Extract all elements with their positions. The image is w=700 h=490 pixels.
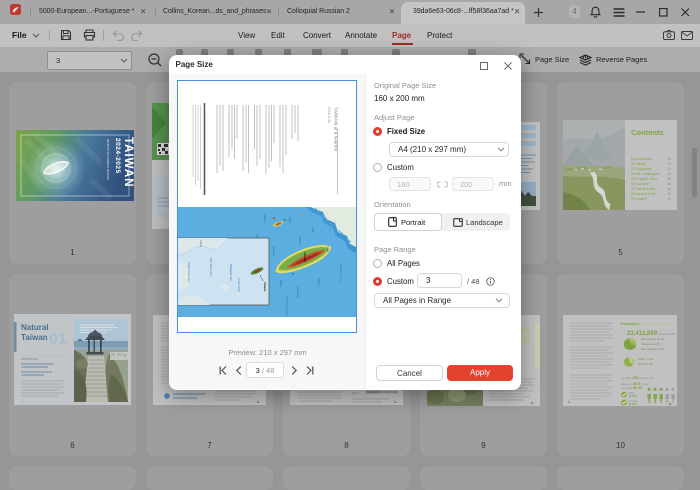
svg-text:Tainan: Tainan	[279, 280, 282, 288]
svg-text:09 Indexes: 09 Indexes	[631, 197, 647, 201]
svg-text:TAIWAN: TAIWAN	[122, 137, 134, 188]
svg-text:2024-2025: 2024-2025	[114, 138, 121, 174]
svg-text:Taiwan: Taiwan	[21, 333, 48, 342]
svg-text:Yilan: Yilan	[311, 227, 314, 233]
svg-text:49.04%: 49.04%	[629, 395, 638, 398]
svg-text:Taipei: Taipei	[288, 217, 291, 224]
svg-text:04: 04	[667, 157, 671, 161]
svg-text:44: 44	[667, 192, 671, 196]
svg-text:36: 36	[667, 182, 671, 186]
svg-text:10: 10	[667, 162, 671, 166]
svg-text:Taichung: Taichung	[272, 246, 275, 256]
svg-text:Hualien: Hualien	[326, 245, 329, 254]
svg-text:Taiwan: Taiwan	[303, 252, 307, 262]
svg-text:05 People & Cities: 05 People & Cities	[631, 177, 658, 181]
svg-text:China: China	[199, 240, 203, 247]
svg-text:2024-2025: 2024-2025	[327, 107, 331, 123]
svg-text:Kaohsiung: Kaohsiung	[296, 286, 299, 298]
svg-text:Taitung: Taitung	[317, 278, 320, 286]
svg-text:50.96%: 50.96%	[629, 403, 638, 406]
svg-text:04 Nat. Landscapes: 04 Nat. Landscapes	[631, 172, 660, 176]
svg-text:23,412,899: 23,412,899	[627, 331, 658, 337]
svg-text:South China Sea: South China Sea	[187, 262, 191, 282]
svg-text:Luzon Strait: Luzon Strait	[237, 278, 241, 292]
svg-text:08 Travel & Food: 08 Travel & Food	[631, 192, 656, 196]
svg-text:Philippine Sea: Philippine Sea	[229, 264, 233, 281]
svg-text:22: 22	[667, 172, 671, 176]
svg-text:Density: 651 per sq. km: Density: 651 per sq. km	[621, 376, 654, 380]
svg-text:Han Chinese 95.4%: Han Chinese 95.4%	[641, 337, 665, 341]
svg-text:40: 40	[667, 187, 671, 191]
svg-text:48: 48	[667, 197, 671, 201]
svg-text:people (2024): people (2024)	[658, 332, 675, 336]
svg-text:MINISTRY OF FOREIGN AFFAIRS: MINISTRY OF FOREIGN AFFAIRS	[106, 139, 110, 180]
svg-text:New residents 2.1%: New residents 2.1%	[641, 347, 665, 351]
svg-text:Taiwan: Taiwan	[263, 282, 267, 292]
svg-text:Natural: Natural	[21, 323, 49, 332]
svg-text:16: 16	[667, 167, 671, 171]
svg-text:Rural 20.7%: Rural 20.7%	[638, 362, 653, 366]
svg-text:06 Economy: 06 Economy	[631, 182, 649, 186]
svg-text:Population: Population	[621, 322, 640, 326]
svg-text:at a Glance: at a Glance	[133, 138, 134, 159]
svg-text:Bashi Channel: Bashi Channel	[285, 297, 289, 317]
svg-text:02 History: 02 History	[631, 162, 646, 166]
svg-text:Urban 79.3%: Urban 79.3%	[638, 357, 654, 361]
svg-text:Sex ratio 98.20: Sex ratio 98.20	[621, 386, 642, 390]
svg-text:30: 30	[667, 177, 671, 181]
svg-text:03 Geography: 03 Geography	[631, 167, 652, 171]
svg-text:Pacific Ocean: Pacific Ocean	[339, 263, 343, 282]
svg-text:Wind: Wind	[352, 391, 359, 395]
svg-text:01 Introduction: 01 Introduction	[631, 157, 652, 161]
svg-text:Contents: Contents	[631, 128, 664, 137]
svg-text:Indigenous 2.5%: Indigenous 2.5%	[641, 342, 661, 346]
svg-text:01: 01	[49, 331, 67, 348]
svg-text:Keelung: Keelung	[263, 214, 266, 223]
svg-text:East China Sea: East China Sea	[209, 258, 213, 277]
svg-text:07 Culture & Arts: 07 Culture & Arts	[631, 187, 656, 191]
svg-text:China: China	[298, 237, 302, 245]
